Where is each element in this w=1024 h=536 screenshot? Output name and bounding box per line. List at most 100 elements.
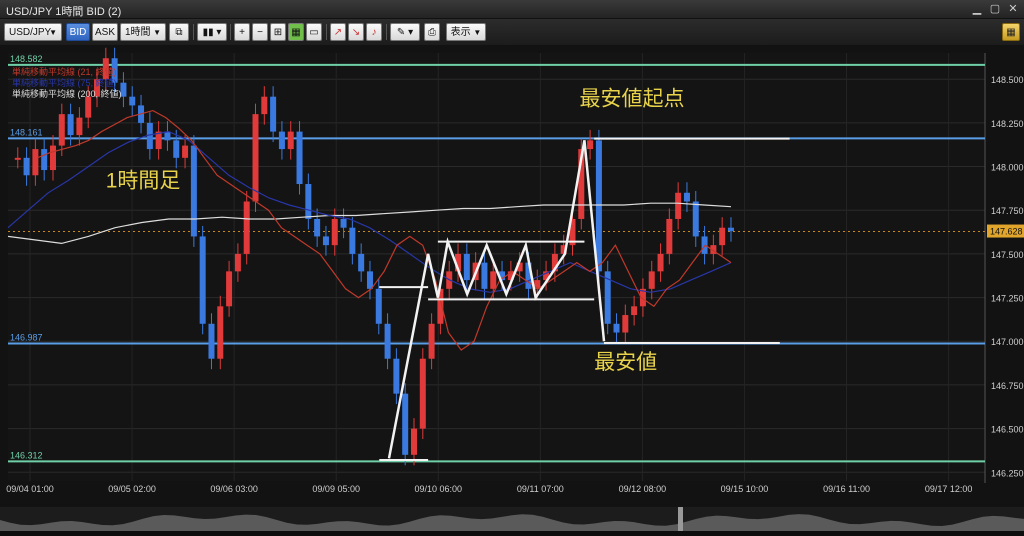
level-label: 146.987 [10,333,43,343]
zoom-in-icon[interactable]: + [234,23,250,41]
candle-body [85,96,92,118]
layout-icon[interactable]: ▦ [1002,23,1020,41]
candle-body [358,253,365,272]
candle-body [217,306,224,359]
legend-entry: 単純移動平均線 (21, 終値) [12,66,117,77]
fit-icon[interactable]: ⊞ [270,23,286,41]
annotation-timeframe: 1時間足 [106,170,181,193]
view-menu-label: 表示 [450,27,471,38]
candle-body [613,323,620,333]
x-tick-label: 09/16 11:00 [823,484,870,494]
candle-body [683,192,690,202]
candle-body [402,393,409,455]
chart-area[interactable]: 148.500 148.250 148.000 147.750 147.500 147.2… [0,45,1024,531]
chart-svg[interactable]: 148.500 148.250 148.000 147.750 147.500 147.2… [0,45,1024,531]
save-image-icon[interactable]: ⎙ [424,23,440,41]
compare-icon[interactable]: ⧉ [169,23,189,41]
y-tick-label: 147.750 [991,206,1024,216]
candle-body [41,149,48,171]
candle-body [287,131,294,150]
candle-body [692,201,699,237]
candle-body [384,323,391,359]
window-title: USD/JPY 1時間 BID (2) [6,6,122,18]
timeframe-select[interactable]: 1時間 ▼ [120,23,166,41]
x-tick-label: 09/05 02:00 [108,484,156,494]
close-icon[interactable]: ✕ [1006,2,1020,16]
minimize-icon[interactable]: ▁ [970,2,984,16]
candle-body [727,227,734,232]
y-tick-label: 148.250 [991,119,1024,129]
x-tick-label: 09/06 03:00 [210,484,258,494]
candle-body [278,131,285,150]
window-icon[interactable]: ▭ [306,23,322,41]
candle-body [675,192,682,219]
symbol-select[interactable]: USD/JPY ▼ [4,23,62,41]
toolbar-divider [326,24,327,40]
y-tick-label: 146.750 [991,381,1024,391]
candle-body [719,227,726,246]
y-tick-label: 147.000 [991,337,1024,347]
x-tick-label: 09/15 10:00 [721,484,769,494]
level-label: 148.161 [10,127,43,137]
candle-body [208,323,215,359]
grid-toggle-icon[interactable]: ▦ [288,23,304,41]
chevron-down-icon: ▼ [49,28,57,37]
candle-body [419,358,426,429]
candle-body [270,96,277,132]
draw-tool-icon[interactable]: ✎ ▾ [390,23,420,41]
candle-body [58,114,65,146]
legend-entry: 単純移動平均線 (200, 終値) [12,88,122,99]
y-tick-label: 147.250 [991,294,1024,304]
view-menu-button[interactable]: 表示 ▼ [446,23,486,41]
x-tick-label: 09/10 06:00 [414,484,462,494]
candle-body [67,114,74,136]
current-price-label: 147.628 [990,227,1023,237]
order-buy-icon[interactable]: ↗ [330,23,346,41]
symbol-label: USD/JPY [9,27,52,38]
candle-body [14,157,21,160]
candle-body [322,236,329,246]
candle-body [366,271,373,289]
y-tick-label: 146.250 [991,468,1024,478]
candle-body [410,428,417,455]
x-tick-label: 09/12 08:00 [619,484,667,494]
x-tick-label: 09/09 05:00 [312,484,360,494]
annotation-start: 最安値起点 [580,87,685,110]
candle-body [305,184,312,219]
candle-body [296,131,303,185]
candle-body [173,140,180,158]
level-label: 148.582 [10,54,43,64]
candle-body [314,218,321,237]
candle-body [226,271,233,307]
bid-button[interactable]: BID [66,23,90,41]
annotation-low: 最安値 [594,351,657,374]
x-tick-label: 09/11 07:00 [517,484,564,494]
candle-body [595,140,602,272]
y-tick-label: 147.500 [991,250,1024,260]
candle-body [375,288,382,324]
chart-type-icon[interactable]: ▮▮ ▾ [197,23,227,41]
chevron-down-icon: ▼ [153,28,161,37]
navigator-handle [678,507,683,531]
candle-body [349,227,356,254]
candle-body [622,315,629,333]
ask-button[interactable]: ASK [92,23,118,41]
level-label: 146.312 [10,450,43,460]
maximize-icon[interactable]: ▢ [988,2,1002,16]
candle-body [666,218,673,254]
candle-body [32,149,39,176]
toolbar-divider [193,24,194,40]
candle-body [393,358,400,394]
chart-toolbar: USD/JPY ▼ BID ASK 1時間 ▼ ⧉ ▮▮ ▾ + − ⊞ ▦ ▭ ↗… [0,19,1024,46]
candle-body [648,271,655,289]
candle-body [129,96,136,106]
toolbar-divider [386,24,387,40]
x-tick-label: 09/04 01:00 [6,484,54,494]
candle-body [261,96,268,115]
order-sell-icon[interactable]: ↘ [348,23,364,41]
y-tick-label: 146.500 [991,425,1024,435]
x-tick-label: 09/17 12:00 [925,484,973,494]
candle-body [340,218,347,228]
alert-icon[interactable]: ♪ [366,23,382,41]
zoom-out-icon[interactable]: − [252,23,268,41]
